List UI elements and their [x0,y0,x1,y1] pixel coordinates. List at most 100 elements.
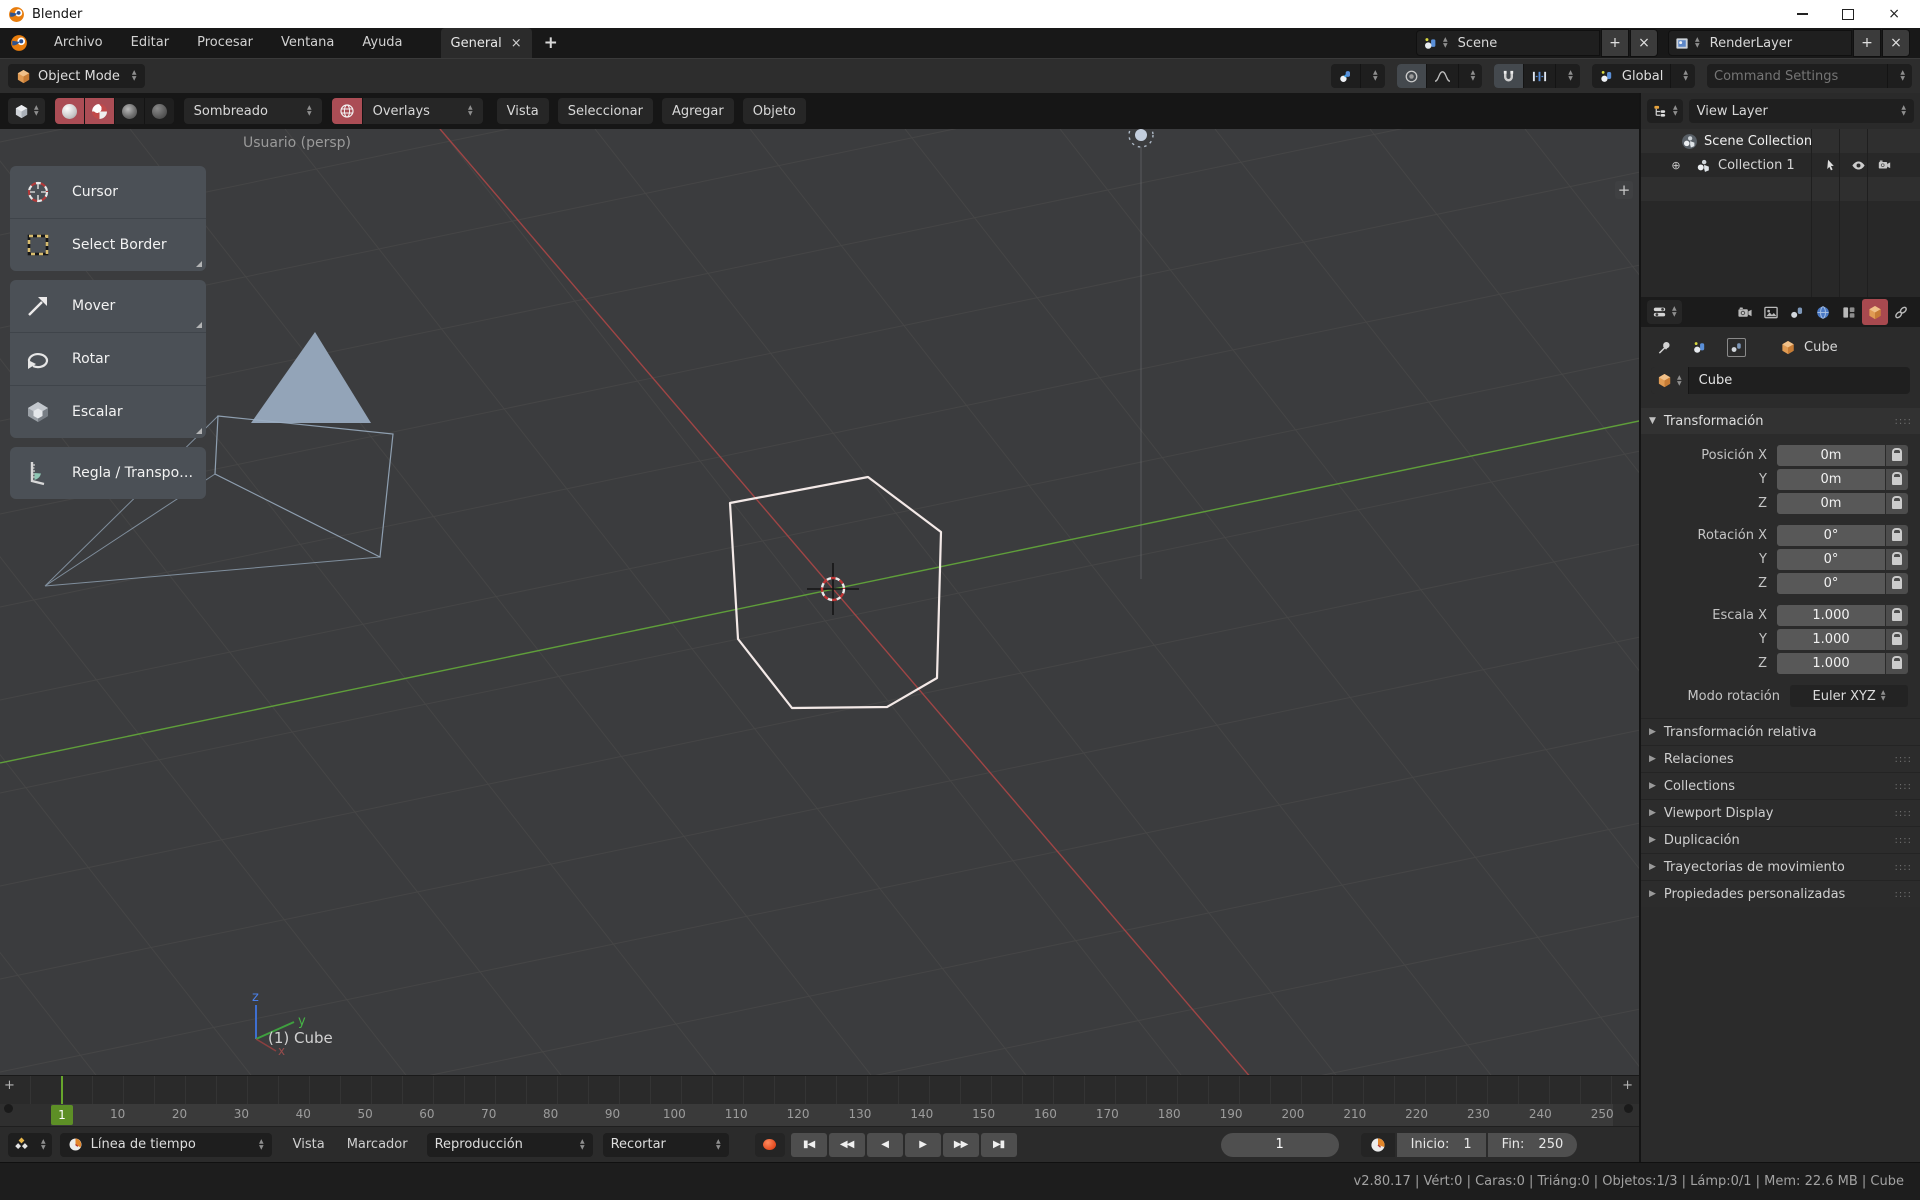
menu-item-procesar[interactable]: Procesar [183,28,267,58]
tab-output[interactable] [1758,299,1784,325]
frame-tick-130[interactable]: 130 [848,1107,871,1121]
render-layer-browse-arrows[interactable] [1695,37,1700,49]
object-id-selector[interactable] [1651,367,1689,394]
playback-dropdown[interactable]: Reproducción [427,1133,593,1157]
frame-tick-70[interactable]: 70 [481,1107,496,1121]
orientation-dropdown[interactable]: Global [1592,64,1671,88]
scrollbar-left-dot[interactable] [4,1104,13,1113]
panel-grip-icon[interactable]: :::: [1895,835,1912,846]
falloff-arrows[interactable] [1459,64,1483,88]
lock-toggle[interactable] [1886,549,1908,570]
snap-arrows[interactable] [1556,64,1580,88]
panel-grip-icon[interactable]: :::: [1895,808,1912,819]
lock-toggle[interactable] [1886,445,1908,466]
minimize-button[interactable] [1797,13,1808,15]
frame-tick-110[interactable]: 110 [725,1107,748,1121]
breadcrumb-view-layer[interactable] [1727,338,1746,357]
menu-item-ventana[interactable]: Ventana [267,28,348,58]
mode-dropdown[interactable]: Object Mode [8,64,145,88]
panel-header-relaciones[interactable]: ▶Relaciones:::: [1641,745,1920,772]
tab-object[interactable] [1862,299,1888,325]
lock-toggle[interactable] [1886,525,1908,546]
frame-tick-30[interactable]: 30 [234,1107,249,1121]
close-icon[interactable]: × [511,36,522,51]
jump-first-button[interactable]: ▮◀ [791,1133,827,1157]
frame-start-field[interactable]: Inicio: 1 [1397,1133,1486,1157]
frame-tick-220[interactable]: 220 [1405,1107,1428,1121]
blender-menu-icon[interactable] [10,34,28,52]
panel-grip-icon[interactable]: :::: [1895,862,1912,873]
frame-tick-160[interactable]: 160 [1034,1107,1057,1121]
transform-panel-header[interactable]: ▼ Transformación :::: [1641,408,1920,434]
panel-header-propiedades-personalizadas[interactable]: ▶Propiedades personalizadas:::: [1641,880,1920,907]
lamp-object[interactable] [1129,129,1153,579]
frame-tick-120[interactable]: 120 [787,1107,810,1121]
render-visibility-toggle[interactable] [1872,153,1896,177]
timeline-left-expand-icon[interactable]: + [4,1078,15,1093]
editor-type-button[interactable] [8,98,45,124]
shading-lookdev-button[interactable] [115,98,145,124]
frame-range-clock-button[interactable] [1361,1133,1395,1157]
breadcrumb-scene[interactable] [1692,340,1707,355]
transform-value-field[interactable]: 0m [1777,469,1885,490]
timeline-strip[interactable] [0,1076,1639,1104]
menu-item-editar[interactable]: Editar [117,28,184,58]
frame-tick-80[interactable]: 80 [543,1107,558,1121]
pivot-point-button[interactable] [1331,64,1361,88]
tab-constraints[interactable] [1888,299,1914,325]
pivot-arrows[interactable] [1361,64,1385,88]
frame-tick-180[interactable]: 180 [1158,1107,1181,1121]
frame-end-field[interactable]: Fin: 250 [1488,1133,1578,1157]
shading-solid-button[interactable] [85,98,115,124]
viewport-menu-objeto[interactable]: Objeto [743,98,806,124]
tool-button-cursor[interactable]: Cursor [10,166,206,218]
frame-tick-240[interactable]: 240 [1529,1107,1552,1121]
render-layer-selector[interactable]: RenderLayer [1668,30,1852,56]
properties-editor-type-button[interactable] [1647,300,1682,324]
current-frame-marker[interactable]: 1 [51,1105,73,1125]
jump-last-button[interactable]: ▶▮ [981,1133,1017,1157]
tab-scene[interactable] [1836,299,1862,325]
frame-tick-200[interactable]: 200 [1281,1107,1304,1121]
scrollbar-right-dot[interactable] [1624,1104,1633,1113]
shading-rendered-button[interactable] [145,98,174,124]
viewport-menu-seleccionar[interactable]: Seleccionar [558,98,653,124]
command-settings-dropdown[interactable]: Command Settings [1707,64,1888,88]
breadcrumb-object[interactable]: Cube [1780,340,1838,355]
workspace-tab-general[interactable]: General × [441,28,532,58]
viewport-menu-vista[interactable]: Vista [497,98,549,124]
frame-tick-250[interactable]: 250 [1591,1107,1614,1121]
snap-toggle[interactable] [1494,64,1524,88]
frame-tick-210[interactable]: 210 [1343,1107,1366,1121]
transform-value-field[interactable]: 0° [1777,525,1885,546]
sidebar-expand-button[interactable]: + [1615,181,1633,199]
frame-tick-50[interactable]: 50 [357,1107,372,1121]
command-settings-arrows[interactable] [1888,64,1912,88]
panel-header-viewport-display[interactable]: ▶Viewport Display:::: [1641,799,1920,826]
unlink-scene-button[interactable]: × [1630,29,1658,57]
playhead[interactable] [61,1076,63,1104]
viewport-menu-agregar[interactable]: Agregar [662,98,734,124]
frame-tick-20[interactable]: 20 [172,1107,187,1121]
frame-tick-100[interactable]: 100 [663,1107,686,1121]
transform-value-field[interactable]: 0° [1777,573,1885,594]
lock-toggle[interactable] [1886,573,1908,594]
lock-toggle[interactable] [1886,493,1908,514]
transform-value-field[interactable]: 1.000 [1777,605,1885,626]
fast-forward-button[interactable]: ▶▶ [943,1133,979,1157]
timeline-menu-marcador[interactable]: Marcador [336,1137,419,1152]
transform-value-field[interactable]: 0m [1777,445,1885,466]
frame-tick-140[interactable]: 140 [910,1107,933,1121]
record-button[interactable] [755,1133,785,1157]
frame-number-row[interactable]: 1020304050607080901001101201301401501601… [0,1104,1639,1126]
add-render-layer-button[interactable]: + [1853,29,1881,57]
lock-toggle[interactable] [1886,469,1908,490]
transform-value-field[interactable]: 0m [1777,493,1885,514]
tool-button-select-border[interactable]: Select Border [10,218,206,271]
transform-value-field[interactable]: 1.000 [1777,629,1885,650]
panel-grip-icon[interactable]: :::: [1895,781,1912,792]
add-scene-button[interactable]: + [1601,29,1629,57]
tool-button-escalar[interactable]: Escalar [10,385,206,438]
panel-header-trayectorias-de-movimiento[interactable]: ▶Trayectorias de movimiento:::: [1641,853,1920,880]
pin-icon[interactable] [1657,340,1672,355]
